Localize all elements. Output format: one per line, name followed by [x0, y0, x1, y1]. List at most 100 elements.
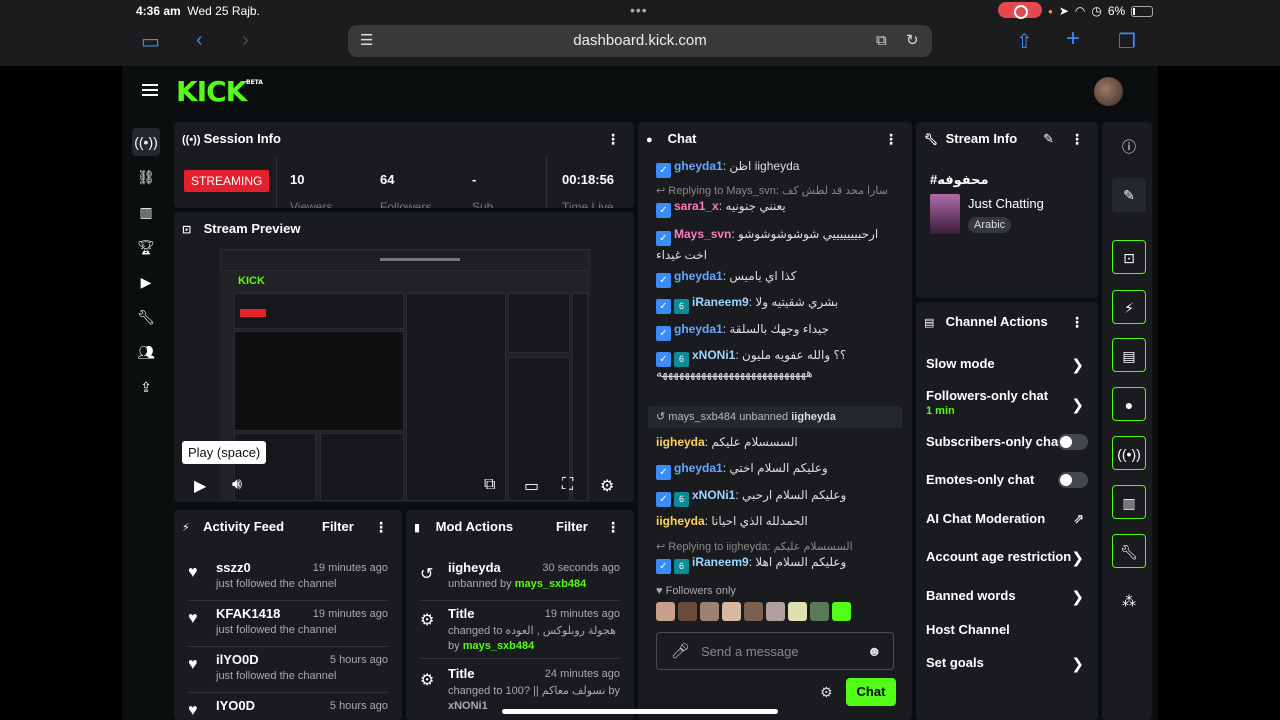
stream-preview-video[interactable]: KICK [220, 249, 590, 501]
emote[interactable] [788, 602, 807, 621]
new-tab-icon[interactable]: + [1066, 25, 1080, 53]
emote[interactable] [810, 602, 829, 621]
activity-item[interactable]: ♥ IYO0D 5 hours ago [174, 692, 402, 720]
mod-filter-button[interactable]: Filter [556, 510, 588, 544]
chat-message[interactable]: ✓ 6 iRaneem9: وعليكم السلام اهلا [656, 555, 902, 574]
activity-item[interactable]: ♥ ilYO0D 5 hours ago just followed the chan… [174, 646, 402, 692]
more-icon[interactable]: ⋮ [606, 122, 620, 156]
action-host-channel[interactable]: Host Channel [926, 622, 1088, 637]
edit-layout-icon[interactable]: ✎ [1112, 178, 1146, 212]
chat-message[interactable]: ✓ gheyda1: وعليكم السلام اختي [656, 461, 902, 480]
screen-record-indicator[interactable] [998, 2, 1042, 19]
sidebar-icon[interactable]: ▭ [141, 29, 160, 54]
kick-logo[interactable]: KICK BETA [176, 75, 263, 108]
chat-message[interactable]: iigheyda: السسسلام عليكم [656, 435, 902, 449]
nav-trophy-icon[interactable]: 🏆︎ [132, 233, 160, 261]
subscribers-only-toggle[interactable] [1058, 434, 1088, 450]
action-banned-words[interactable]: Banned words ❯ [926, 588, 1088, 606]
quick-broadcast-icon[interactable]: ((•)) [1112, 436, 1146, 470]
followers-label: Followers [380, 200, 432, 208]
emote[interactable] [744, 602, 763, 621]
nav-wrench-icon[interactable]: 🔧︎ [132, 303, 160, 331]
ios-status-bar: 4:36 am Wed 25 Rajb. ••• ● ➤ ◠ ◷ 6% [0, 0, 1280, 22]
action-ai-moderation[interactable]: AI Chat Moderation ⇗ [926, 511, 1088, 526]
quick-wrench-icon[interactable]: 🔧︎ [1112, 534, 1146, 568]
emote[interactable] [722, 602, 741, 621]
fullscreen-icon[interactable]: ⛶ [562, 476, 573, 494]
nav-video-icon[interactable]: ▶ [132, 268, 160, 296]
mod-action-item[interactable]: ↺ iigheyda 30 seconds ago unbanned by mays_… [406, 554, 634, 600]
info-icon[interactable]: ⓘ [1112, 130, 1146, 164]
action-emotes-only[interactable]: Emotes-only chat [926, 472, 1088, 488]
user-avatar[interactable] [1094, 77, 1123, 106]
action-set-goals[interactable]: Set goals ❯ [926, 655, 1088, 673]
reader-icon[interactable]: ☰ [360, 25, 373, 57]
chat-message[interactable]: ✓ 6 xNONi1: ؟؟ والله عفويه مليون [656, 348, 902, 367]
nav-community-icon[interactable]: 👥︎ [132, 338, 160, 366]
activity-item[interactable]: ♥ KFAK1418 19 minutes ago just followed the… [174, 600, 402, 646]
edit-icon[interactable]: ✎ [1043, 122, 1054, 156]
action-followers-only[interactable]: Followers-only chat 1 min ❯ [926, 388, 1088, 417]
pip-icon[interactable]: ⧉ [484, 476, 495, 494]
chat-message[interactable]: ✓ gheyda1: اظن iigheyda [656, 159, 902, 178]
reload-icon[interactable]: ↻ [906, 25, 919, 57]
nav-analytics-icon[interactable]: ▥ [132, 198, 160, 226]
emote[interactable] [832, 602, 851, 621]
chevron-right-icon: ❯ [1071, 589, 1084, 606]
chat-settings-icon[interactable]: ⚙ [820, 684, 833, 701]
chat-input[interactable]: 🎤︎ Send a message ☻ [656, 632, 894, 670]
nav-link-icon[interactable]: ⛓ [132, 163, 160, 191]
quick-preview-icon[interactable]: ⊡ [1112, 240, 1146, 274]
quick-actions-icon[interactable]: ▥ [1112, 485, 1146, 519]
emote[interactable] [656, 602, 675, 621]
more-icon[interactable]: ⋮ [1070, 302, 1084, 342]
activity-filter-button[interactable]: Filter [322, 510, 354, 544]
emoji-icon[interactable]: ☻ [867, 643, 882, 659]
chat-message[interactable]: ✓ 6 iRaneem9: بشري شقيتيه ولا [656, 295, 902, 314]
emote[interactable] [700, 602, 719, 621]
mod-action-item[interactable]: ⚙ Title 24 minutes ago changed to 100? || ن… [406, 660, 634, 712]
chat-message[interactable]: ✓ gheyda1: كذا اي ياميس [656, 269, 902, 288]
tabs-icon[interactable]: ❐ [1118, 29, 1136, 54]
address-bar[interactable]: ☰ dashboard.kick.com ⧉ ↻ [348, 25, 932, 57]
chat-message[interactable]: ✓ gheyda1: جيداء وجهك بالسلقة [656, 322, 902, 341]
action-account-age[interactable]: Account age restriction ❯ [926, 549, 1088, 567]
quick-notes-icon[interactable]: ▤ [1112, 338, 1146, 372]
location-icon: ➤ [1058, 4, 1069, 18]
forward-icon[interactable]: › [242, 29, 249, 52]
send-chat-button[interactable]: Chat [846, 678, 896, 706]
multitask-dots[interactable]: ••• [630, 2, 648, 18]
nav-stream-icon[interactable]: ((•)) [132, 128, 160, 156]
mod-action-item[interactable]: ⚙ Title 19 minutes ago changed to هجولة روب… [406, 600, 634, 652]
category-name[interactable]: Just Chatting [968, 196, 1044, 211]
activity-item[interactable]: ♥ sszz0 19 minutes ago just followed the ch… [174, 554, 402, 600]
widgets-icon[interactable]: ⁂ [1112, 584, 1146, 618]
chat-message[interactable]: iigheyda: الحمدلله الذي احيانا [656, 514, 902, 528]
more-icon[interactable]: ⋮ [1070, 122, 1084, 156]
quick-chat-icon[interactable]: ● [1112, 387, 1146, 421]
more-icon[interactable]: ⋮ [884, 122, 898, 156]
play-icon[interactable]: ▶ [194, 476, 206, 496]
browser-toolbar: ▭ ‹ › ☰ dashboard.kick.com ⧉ ↻ ⇧ + ❐ [0, 22, 1280, 66]
emote[interactable] [678, 602, 697, 621]
chat-message[interactable]: ✓ sara1_x: يعنني جنونيه [656, 199, 902, 218]
action-subscribers-only[interactable]: Subscribers-only chat [926, 434, 1088, 450]
extension-icon[interactable]: ⧉ [876, 25, 887, 57]
back-icon[interactable]: ‹ [196, 29, 203, 52]
share-icon[interactable]: ⇧ [1016, 29, 1033, 54]
more-icon[interactable]: ⋮ [374, 510, 388, 544]
chat-message[interactable]: ✓ Mays_svn: ارحبيييييييي شوشوشوشوشو اخت غ… [656, 225, 902, 264]
action-slow-mode[interactable]: Slow mode ❯ [926, 356, 1088, 374]
volume-icon[interactable]: 🔊︎ [232, 476, 242, 494]
settings-icon[interactable]: ⚙ [600, 476, 614, 496]
emotes-only-toggle[interactable] [1058, 472, 1088, 488]
menu-icon[interactable] [142, 84, 158, 96]
emote[interactable] [766, 602, 785, 621]
more-icon[interactable]: ⋮ [606, 510, 620, 544]
chat-message[interactable]: ✓ 6 xNONi1: وعليكم السلام ارحبي [656, 488, 902, 507]
home-indicator[interactable] [502, 709, 778, 714]
theater-icon[interactable]: ▭ [524, 476, 539, 496]
nav-upload-icon[interactable]: ⇪ [132, 373, 160, 401]
quick-bolt-icon[interactable]: ⚡︎ [1112, 290, 1146, 324]
microphone-icon[interactable]: 🎤︎ [671, 642, 690, 660]
